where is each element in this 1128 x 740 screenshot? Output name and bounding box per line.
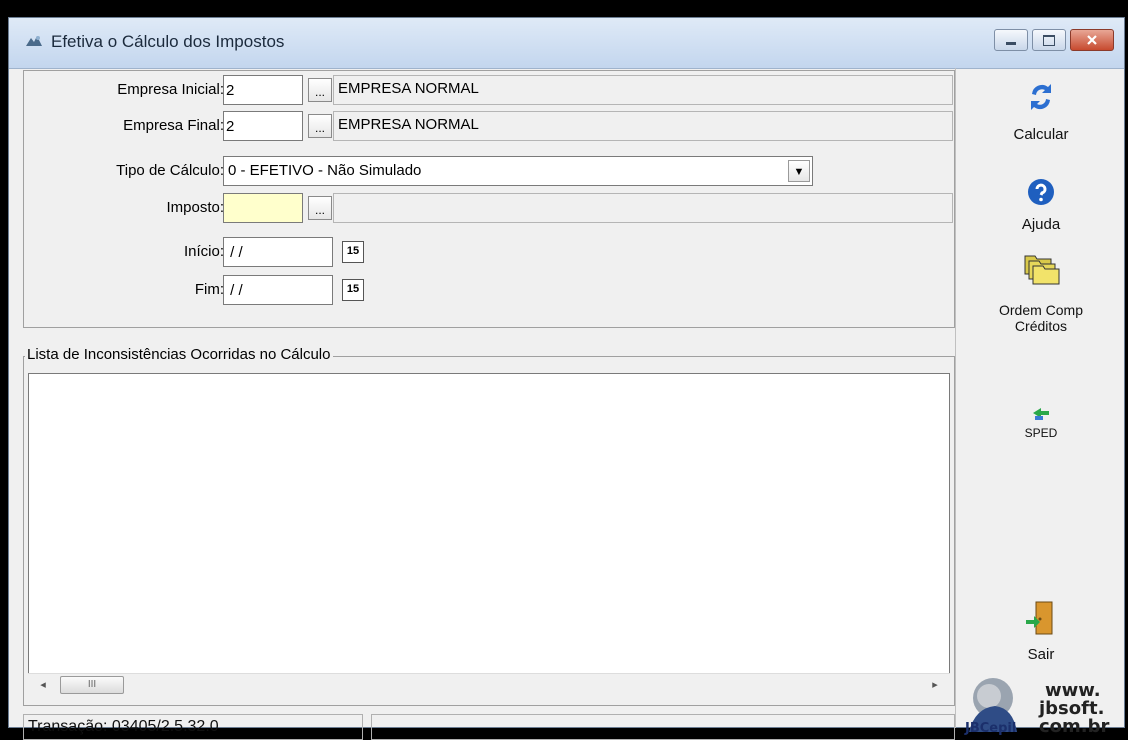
minimize-button[interactable] <box>994 29 1028 51</box>
inconsistencies-group: Lista de Inconsistências Ocorridas no Cá… <box>23 346 955 706</box>
row-imposto: Imposto: ... <box>24 191 956 225</box>
sped-label: SPED <box>1024 426 1058 440</box>
fim-date-input[interactable] <box>223 275 333 305</box>
folders-icon <box>1024 255 1060 285</box>
scroll-right-icon[interactable]: ▸ <box>926 676 944 694</box>
row-empresa-final: Empresa Final: ... EMPRESA NORMAL <box>24 109 956 143</box>
imposto-input[interactable] <box>223 193 303 223</box>
help-icon <box>1028 179 1054 205</box>
ajuda-button[interactable]: Ajuda <box>956 178 1126 233</box>
empresa-inicial-label: Empresa Inicial: <box>117 81 224 98</box>
empresa-inicial-name: EMPRESA NORMAL <box>333 75 953 105</box>
imposto-name <box>333 193 953 223</box>
inconsistencies-list[interactable] <box>28 373 950 691</box>
sair-button[interactable]: Sair <box>956 598 1126 663</box>
empresa-final-input[interactable] <box>223 111 303 141</box>
chevron-down-icon[interactable]: ▼ <box>788 160 810 182</box>
status-bar: Transação: 03405/2.5.32.0 <box>9 714 955 740</box>
exit-door-icon <box>1026 601 1053 635</box>
logo-brand: JBCepil <box>964 721 1016 736</box>
creditos-label: Créditos <box>1014 318 1068 334</box>
empresa-inicial-input[interactable] <box>223 75 303 105</box>
ordem-comp-label: Ordem Comp <box>998 302 1084 318</box>
scroll-thumb[interactable]: III <box>60 676 124 694</box>
imposto-label: Imposto: <box>166 199 224 216</box>
jbsoft-logo-image: JBCepil www. jbsoft. com.br <box>964 678 1110 737</box>
filter-panel: Empresa Inicial: ... EMPRESA NORMAL Empr… <box>23 70 955 328</box>
action-sidebar: Calcular Ajuda Ordem Comp Créditos SPED … <box>955 68 1126 728</box>
maximize-icon <box>1043 34 1055 46</box>
sped-button[interactable]: SPED <box>956 404 1126 440</box>
app-icon <box>26 36 42 46</box>
title-bar[interactable]: Efetiva o Cálculo dos Impostos <box>9 18 1124 69</box>
logo-line3: com.br <box>1039 716 1110 736</box>
inicio-label: Início: <box>183 243 224 260</box>
status-secondary <box>371 714 955 740</box>
empresa-inicial-lookup-button[interactable]: ... <box>308 78 332 102</box>
row-inicio: Início: 15 <box>24 235 956 269</box>
calcular-label: Calcular <box>1013 126 1069 143</box>
empresa-final-lookup-button[interactable]: ... <box>308 114 332 138</box>
minimize-icon <box>1006 41 1016 45</box>
scroll-left-icon[interactable]: ◂ <box>34 676 52 694</box>
imposto-lookup-button[interactable]: ... <box>308 196 332 220</box>
tipo-calculo-label: Tipo de Cálculo: <box>116 162 224 179</box>
inicio-date-input[interactable] <box>223 237 333 267</box>
empresa-final-name: EMPRESA NORMAL <box>333 111 953 141</box>
calcular-button[interactable]: Calcular <box>956 80 1126 143</box>
close-button[interactable] <box>1070 29 1114 51</box>
tipo-calculo-value: 0 - EFETIVO - Não Simulado <box>228 162 422 179</box>
horizontal-scrollbar[interactable]: ◂ III ▸ <box>28 673 950 695</box>
close-icon <box>1087 35 1097 45</box>
ordem-comp-creditos-button[interactable]: Ordem Comp Créditos <box>956 248 1126 334</box>
inconsistencies-frame: ◂ III ▸ <box>23 356 955 706</box>
empresa-final-label: Empresa Final: <box>123 117 224 134</box>
row-fim: Fim: 15 <box>24 273 956 307</box>
status-transaction: Transação: 03405/2.5.32.0 <box>23 714 363 740</box>
refresh-icon <box>1031 84 1051 110</box>
sair-label: Sair <box>1027 646 1055 663</box>
inicio-calendar-icon[interactable]: 15 <box>342 241 364 263</box>
window-title: Efetiva o Cálculo dos Impostos <box>51 32 285 51</box>
fim-label: Fim: <box>194 281 224 298</box>
maximize-button[interactable] <box>1032 29 1066 51</box>
row-tipo-calculo: Tipo de Cálculo: 0 - EFETIVO - Não Simul… <box>24 154 956 188</box>
jbsoft-logo: JBCepil www. jbsoft. com.br <box>955 674 1125 737</box>
tipo-calculo-select[interactable]: 0 - EFETIVO - Não Simulado ▼ <box>223 156 813 186</box>
ajuda-label: Ajuda <box>1021 216 1061 233</box>
row-empresa-inicial: Empresa Inicial: ... EMPRESA NORMAL <box>24 73 956 107</box>
inconsistencies-caption: Lista de Inconsistências Ocorridas no Cá… <box>25 346 333 363</box>
main-window: Efetiva o Cálculo dos Impostos Empresa I… <box>8 17 1126 740</box>
fim-calendar-icon[interactable]: 15 <box>342 279 364 301</box>
sped-icon <box>1033 408 1049 420</box>
